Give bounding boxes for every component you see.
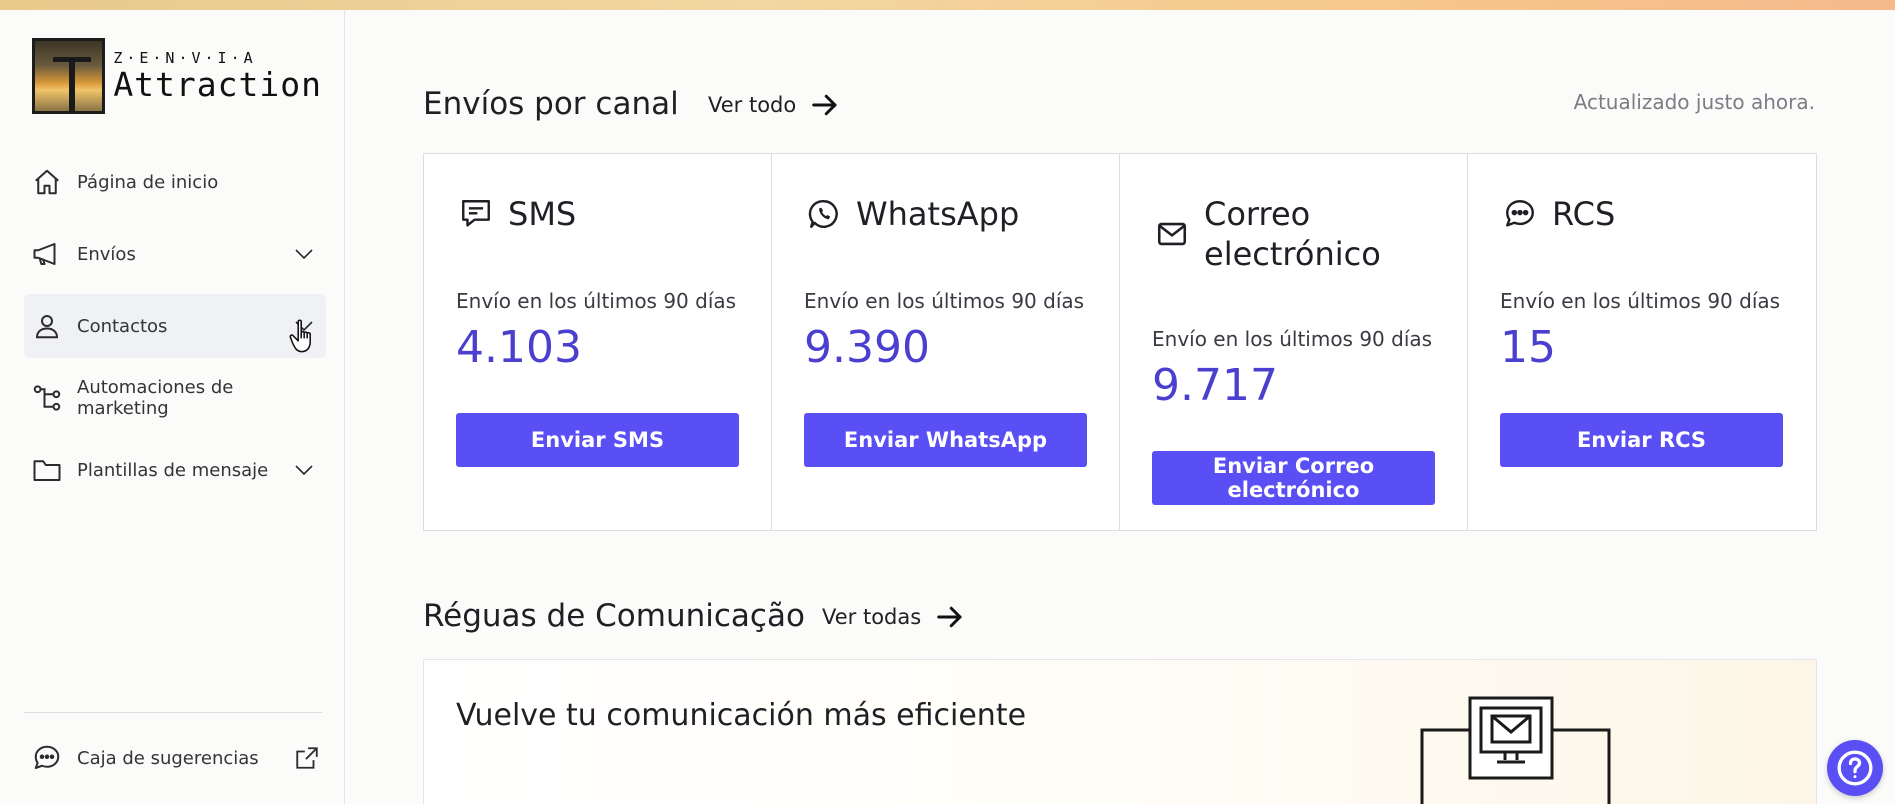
logo-image (32, 38, 106, 114)
send-whatsapp-button[interactable]: Enviar WhatsApp (804, 413, 1087, 467)
mail-icon (1152, 214, 1192, 254)
feedback-label: Caja de sugerencias (77, 747, 259, 769)
computer-mail-illustration (1420, 696, 1611, 804)
sidebar-item-automaciones[interactable]: Automaciones de marketing (24, 366, 326, 430)
channel-card-rcs: RCS Envío en los últimos 90 días 15 Envi… (1468, 154, 1816, 530)
help-button[interactable] (1827, 740, 1883, 796)
sidebar-item-label: Envíos (77, 243, 136, 265)
card-value: 9.390 (804, 322, 930, 373)
arrow-right-icon (937, 606, 962, 628)
card-subtitle: Envío en los últimos 90 días (456, 289, 737, 313)
logo-product: Attraction (113, 65, 322, 104)
help-icon (1837, 750, 1873, 786)
sidebar-divider (24, 712, 322, 713)
card-title: WhatsApp (856, 195, 1020, 233)
user-icon (32, 311, 62, 341)
see-all-label: Ver todo (708, 93, 797, 117)
send-rcs-button[interactable]: Enviar RCS (1500, 413, 1783, 467)
channels-title: Envíos por canal (423, 86, 679, 122)
arrow-right-icon (812, 94, 837, 116)
external-link-icon (296, 747, 318, 769)
card-subtitle: Envío en los últimos 90 días (1152, 327, 1433, 351)
whatsapp-icon (804, 194, 844, 234)
card-title: RCS (1552, 195, 1616, 233)
sidebar-item-envios[interactable]: Envíos (24, 222, 326, 286)
see-all-reguas-link[interactable]: Ver todas (822, 602, 965, 632)
sidebar-item-plantillas[interactable]: Plantillas de mensaje (24, 438, 326, 502)
reguas-promo-banner: Vuelve tu comunicación más eficiente (423, 659, 1817, 804)
promo-title: Vuelve tu comunicación más eficiente (456, 698, 1027, 733)
sidebar-item-contactos[interactable]: Contactos (24, 294, 326, 358)
card-value: 9.717 (1152, 360, 1278, 411)
sidebar-item-label: Contactos (77, 315, 168, 337)
app-logo[interactable]: Z·E·N·V·I·A Attraction (32, 38, 322, 114)
sidebar-item-label: Plantillas de mensaje (77, 459, 269, 481)
sidebar-item-label: Automaciones de marketing (77, 377, 234, 419)
main-content: Envíos por canal Ver todo Actualizado ju… (346, 10, 1895, 804)
chat-icon (32, 743, 62, 773)
see-all-channels-link[interactable]: Ver todo (708, 90, 840, 120)
sms-icon (456, 194, 496, 234)
send-email-button[interactable]: Enviar Correo electrónico (1152, 451, 1435, 505)
chevron-down-icon[interactable] (292, 458, 316, 482)
chevron-down-icon[interactable] (292, 242, 316, 266)
feedback-link[interactable]: Caja de sugerencias (24, 738, 326, 778)
sidebar-item-label: Página de inicio (77, 171, 219, 193)
card-value: 4.103 (456, 322, 582, 373)
card-title: SMS (508, 195, 577, 233)
channel-card-email: Correo electrónico Envío en los últimos … (1120, 154, 1468, 530)
chevron-down-icon[interactable] (292, 314, 316, 338)
folder-icon (32, 455, 62, 485)
channel-card-sms: SMS Envío en los últimos 90 días 4.103 E… (424, 154, 772, 530)
send-sms-button[interactable]: Enviar SMS (456, 413, 739, 467)
card-value: 15 (1500, 322, 1556, 373)
channel-card-whatsapp: WhatsApp Envío en los últimos 90 días 9.… (772, 154, 1120, 530)
sidebar: Z·E·N·V·I·A Attraction Página de inicio … (0, 10, 345, 804)
home-icon (32, 167, 62, 197)
top-gradient-bar (0, 0, 1895, 10)
reguas-title: Réguas de Comunicação (423, 598, 805, 634)
rcs-chat-icon (1500, 194, 1540, 234)
channel-cards: SMS Envío en los últimos 90 días 4.103 E… (423, 153, 1817, 531)
flow-icon (32, 383, 62, 413)
sidebar-item-home[interactable]: Página de inicio (24, 150, 326, 214)
card-title: Correo electrónico (1204, 195, 1381, 273)
card-subtitle: Envío en los últimos 90 días (804, 289, 1085, 313)
card-subtitle: Envío en los últimos 90 días (1500, 289, 1781, 313)
see-all-label: Ver todas (822, 605, 922, 629)
megaphone-icon (32, 239, 62, 269)
updated-status: Actualizado justo ahora. (1573, 90, 1815, 114)
